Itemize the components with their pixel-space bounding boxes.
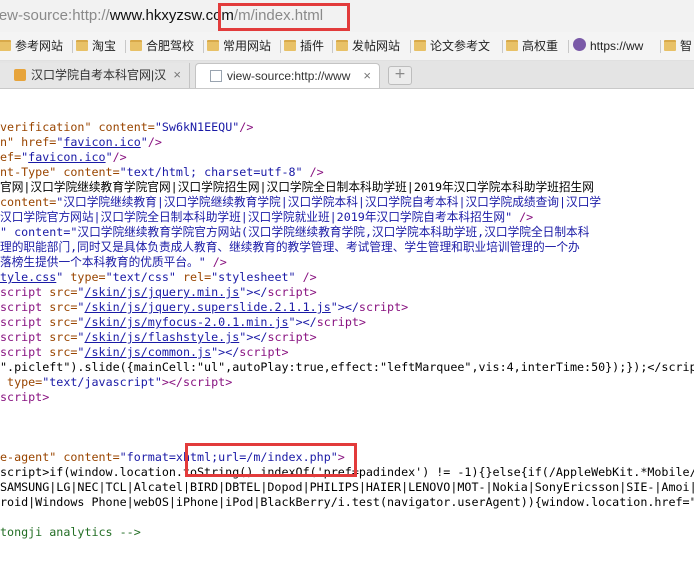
bookmark-7[interactable]: 高权重: [506, 37, 558, 55]
bookmark-label: 常用网站: [223, 39, 272, 53]
new-tab-button[interactable]: +: [388, 66, 412, 85]
source-line: verification" content="Sw6kN1EEQU"/>: [0, 120, 254, 134]
bookmark-label: 参考网站: [15, 39, 64, 53]
bookmark-6[interactable]: 论文参考文: [414, 37, 490, 55]
folder-icon: [414, 40, 426, 51]
folder-icon: [336, 40, 348, 51]
bookmark-2[interactable]: 合肥驾校: [130, 37, 194, 55]
close-icon[interactable]: ×: [173, 63, 181, 87]
close-icon[interactable]: ×: [363, 64, 371, 88]
bookmark-label: 论文参考文: [430, 39, 491, 53]
bookmark-5[interactable]: 发帖网站: [336, 37, 400, 55]
bookmark-label: 智: [680, 39, 693, 53]
source-line: script src="/skin/js/jquery.superslide.2…: [0, 300, 409, 314]
folder-icon: [284, 40, 296, 51]
source-line: ".picleft").slide({mainCell:"ul",autoPla…: [0, 360, 694, 374]
source-line: 落榜生提供一个本科教育的优质平台。" />: [0, 255, 227, 269]
source-link[interactable]: /skin/js/jquery.min.js: [84, 285, 239, 299]
folder-icon: [506, 40, 518, 51]
tab-hankou-site[interactable]: 汉口学院自考本科官网|汉 ×: [0, 63, 190, 88]
source-link[interactable]: tyle.css: [0, 270, 56, 284]
source-line: script src="/skin/js/jquery.min.js"></sc…: [0, 285, 317, 299]
divider: [72, 40, 73, 53]
source-view[interactable]: verification" content="Sw6kN1EEQU"/> n" …: [0, 120, 694, 540]
highlight-box-meta: [185, 443, 357, 477]
highlight-box-url: [218, 3, 350, 31]
source-line: " content="汉口学院继续教育学院官方网站(汉口学院继续教育学院,汉口学…: [0, 225, 590, 239]
source-comment: tongji analytics -->: [0, 525, 141, 539]
bookmark-1[interactable]: 淘宝: [76, 37, 116, 55]
tab-label: view-source:http://www: [227, 69, 351, 83]
bookmark-8[interactable]: https://ww: [573, 37, 643, 55]
site-favicon-icon: [14, 69, 26, 81]
url-host: www.hkxyzsw.com: [109, 7, 234, 24]
folder-icon: [76, 40, 88, 51]
source-line: nt-Type" content="text/html; charset=utf…: [0, 165, 324, 179]
folder-icon: [664, 40, 676, 51]
bookmarks-bar: 参考网站 淘宝 合肥驾校 常用网站 插件 发帖网站 论文参考文 高权重 http…: [0, 32, 694, 61]
page-icon: [210, 70, 222, 82]
folder-icon: [130, 40, 142, 51]
divider: [280, 40, 281, 53]
tab-strip: 汉口学院自考本科官网|汉 × view-source:http://www × …: [0, 61, 694, 89]
divider: [568, 40, 569, 53]
bookmark-4[interactable]: 插件: [284, 37, 324, 55]
divider: [332, 40, 333, 53]
source-line: 官网|汉口学院继续教育学院官网|汉口学院招生网|汉口学院全日制本科助学班|201…: [0, 180, 594, 194]
source-line: script src="/skin/js/myfocus-2.0.1.min.j…: [0, 315, 366, 329]
bookmark-label: 合肥驾校: [146, 39, 195, 53]
source-link[interactable]: favicon.ico: [28, 150, 105, 164]
source-line: script src="/skin/js/flashstyle.js"></sc…: [0, 330, 317, 344]
source-link[interactable]: favicon.ico: [63, 135, 140, 149]
source-line: script src="/skin/js/common.js"></script…: [0, 345, 289, 359]
source-link[interactable]: /skin/js/common.js: [84, 345, 211, 359]
source-line: type="text/javascript"></script>: [0, 375, 233, 389]
source-line: roid|Windows Phone|webOS|iPhone|iPod|Bla…: [0, 495, 694, 509]
source-line: script>: [0, 390, 50, 404]
folder-icon: [207, 40, 219, 51]
globe-icon: [573, 38, 586, 51]
source-line: n" href="favicon.ico"/>: [0, 135, 162, 149]
tab-label: 汉口学院自考本科官网|汉: [31, 68, 167, 82]
source-line: 理的职能部门,同时又是具体负责成人教育、继续教育的教学管理、考试管理、学生管理和…: [0, 240, 580, 254]
bookmark-label: 淘宝: [92, 39, 117, 53]
source-link[interactable]: /skin/js/jquery.superslide.2.1.1.js: [84, 300, 330, 314]
source-line: ef="favicon.ico"/>: [0, 150, 127, 164]
bookmark-label: 高权重: [522, 39, 559, 53]
divider: [125, 40, 126, 53]
bookmark-3[interactable]: 常用网站: [207, 37, 271, 55]
bookmark-label: https://ww: [590, 39, 644, 53]
source-line: SAMSUNG|LG|NEC|TCL|Alcatel|BIRD|DBTEL|Do…: [0, 480, 694, 494]
source-line: tyle.css" type="text/css" rel="styleshee…: [0, 270, 317, 284]
source-line: 汉口学院官方网站|汉口学院全日制本科助学班|汉口学院就业班|2019年汉口学院自…: [0, 210, 534, 224]
bookmark-label: 插件: [300, 39, 325, 53]
source-link[interactable]: /skin/js/flashstyle.js: [84, 330, 239, 344]
source-line: content="汉口学院继续教育|汉口学院继续教育学院|汉口学院本科|汉口学院…: [0, 195, 602, 209]
divider: [660, 40, 661, 53]
url-prefix: view-source:http://: [0, 7, 110, 24]
tab-view-source[interactable]: view-source:http://www ×: [195, 63, 380, 88]
source-link[interactable]: /skin/js/myfocus-2.0.1.min.js: [84, 315, 288, 329]
bookmark-label: 发帖网站: [352, 39, 401, 53]
bookmark-0[interactable]: 参考网站: [0, 37, 63, 55]
divider: [502, 40, 503, 53]
divider: [203, 40, 204, 53]
divider: [410, 40, 411, 53]
bookmark-9[interactable]: 智: [664, 37, 692, 55]
folder-icon: [0, 40, 11, 51]
